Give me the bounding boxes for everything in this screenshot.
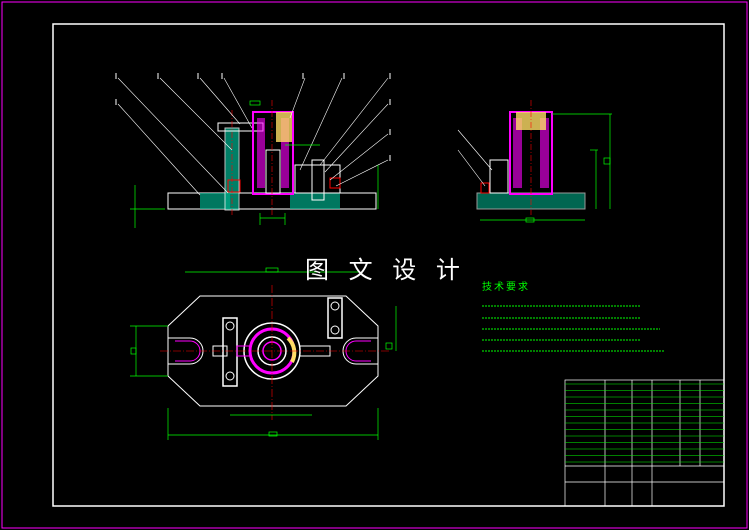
technical-notes-lines xyxy=(482,305,664,352)
top-view xyxy=(130,267,397,440)
technical-requirements-title: 技术要求 xyxy=(482,282,530,293)
watermark-text: 图 文 设 计 xyxy=(305,256,466,284)
side-view xyxy=(457,100,612,223)
title-block xyxy=(564,379,725,507)
front-view xyxy=(115,73,391,228)
